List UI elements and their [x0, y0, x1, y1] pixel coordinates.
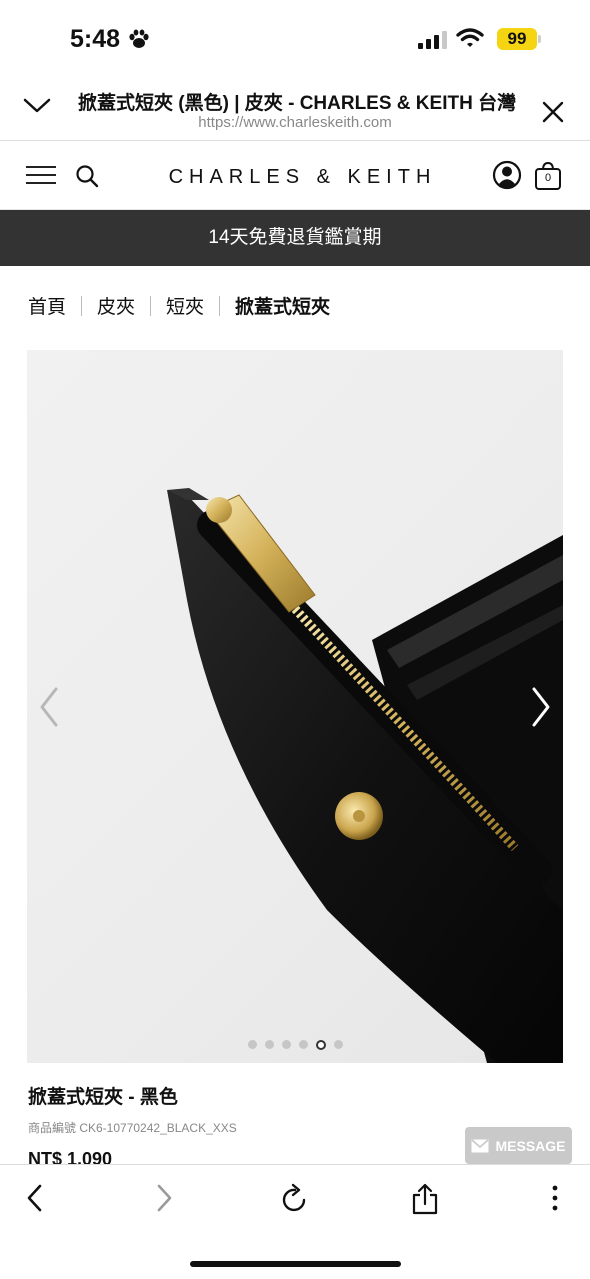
reload-icon[interactable] — [280, 1183, 310, 1215]
carousel-dot[interactable] — [333, 1040, 343, 1049]
breadcrumb-divider — [219, 295, 221, 316]
close-icon[interactable] — [541, 100, 565, 124]
carousel-dot[interactable] — [247, 1040, 257, 1049]
breadcrumb-current: 掀蓋式短夾 — [235, 297, 331, 318]
product-image-carousel[interactable] — [27, 350, 563, 1063]
battery-indicator: 99 — [497, 28, 537, 50]
chevron-down-icon[interactable] — [22, 96, 52, 116]
carousel-dot-active[interactable] — [315, 1040, 326, 1050]
browser-address-bar[interactable]: 掀蓋式短夾 (黑色) | 皮夾 - CHARLES & KEITH 台灣 htt… — [0, 78, 590, 141]
chevron-left-icon[interactable] — [37, 685, 61, 729]
message-button-label: MESSAGE — [495, 1137, 566, 1154]
clock: 5:48 — [70, 25, 121, 53]
wifi-icon — [456, 28, 484, 47]
carousel-pagination[interactable] — [27, 1040, 563, 1050]
site-header: CHARLES & KEITH 0 — [0, 141, 590, 210]
paw-icon — [129, 29, 149, 48]
breadcrumb-divider — [81, 295, 83, 316]
page-url[interactable]: https://www.charleskeith.com — [0, 114, 590, 131]
product-sku: 商品編號 CK6-10770242_BLACK_XXS — [28, 1121, 237, 1135]
breadcrumb-short-wallets[interactable]: 短夾 — [166, 292, 204, 319]
mail-icon — [471, 1138, 490, 1152]
cart-button[interactable]: 0 — [533, 161, 563, 191]
breadcrumb-wallets[interactable]: 皮夾 — [97, 292, 135, 319]
more-icon[interactable] — [550, 1183, 560, 1213]
chevron-right-icon[interactable] — [529, 685, 553, 729]
breadcrumb: 首頁 皮夾 短夾 掀蓋式短夾 — [28, 292, 330, 319]
forward-icon[interactable] — [153, 1183, 175, 1213]
message-button[interactable]: MESSAGE — [465, 1127, 572, 1164]
breadcrumb-divider — [150, 295, 152, 316]
signal-icon — [418, 31, 447, 49]
battery-tip — [538, 35, 541, 43]
carousel-dot[interactable] — [281, 1040, 291, 1049]
cart-count: 0 — [544, 172, 552, 184]
page-title: 掀蓋式短夾 (黑色) | 皮夾 - CHARLES & KEITH 台灣 — [78, 93, 517, 114]
product-name: 掀蓋式短夾 - 黑色 — [28, 1087, 178, 1108]
home-indicator[interactable] — [190, 1261, 401, 1267]
account-icon[interactable] — [492, 160, 522, 190]
carousel-dot[interactable] — [298, 1040, 308, 1049]
back-icon[interactable] — [24, 1183, 46, 1213]
product-image — [167, 488, 563, 1063]
breadcrumb-home[interactable]: 首頁 — [28, 292, 66, 319]
status-bar: 5:48 99 — [0, 0, 590, 78]
carousel-dot[interactable] — [264, 1040, 274, 1049]
share-icon[interactable] — [411, 1183, 439, 1215]
promo-banner[interactable]: 14天免費退貨鑑賞期 — [0, 210, 590, 266]
